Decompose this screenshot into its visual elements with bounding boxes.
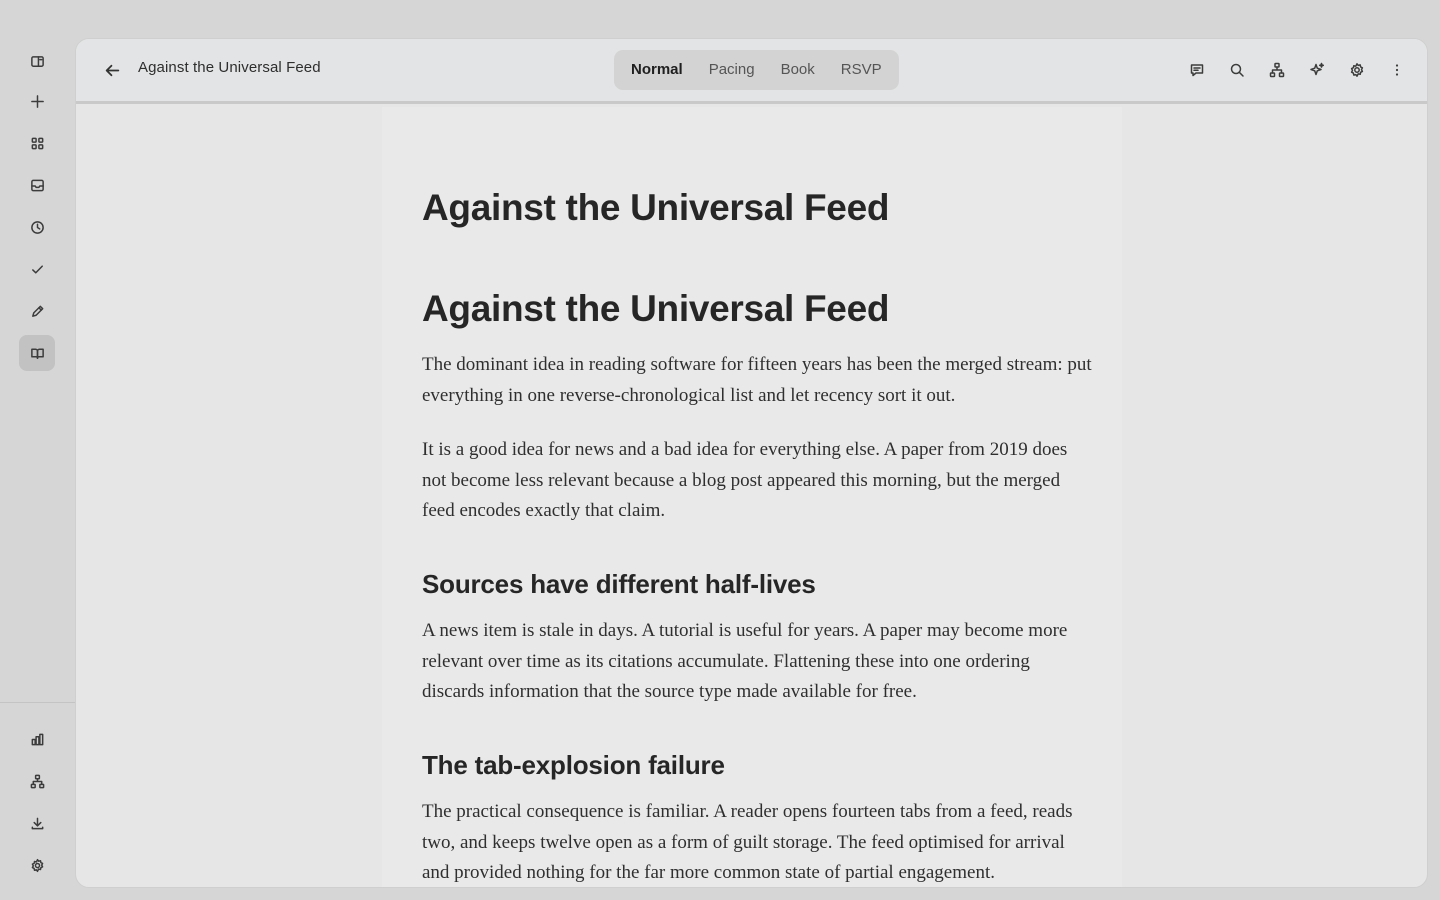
more-vertical-icon (1395, 64, 1399, 76)
reader-settings-button[interactable] (1345, 58, 1369, 82)
plus-icon (30, 94, 44, 108)
document-title: Against the Universal Feed (138, 59, 321, 76)
reader-window: Against the Universal Feed Normal Pacing… (75, 38, 1428, 888)
ai-button[interactable] (1305, 58, 1329, 82)
paragraph: A news item is stale in days. A tutorial… (422, 620, 1068, 702)
article-title: Against the Universal Feed (422, 187, 890, 228)
hierarchy-icon (30, 774, 44, 788)
more-button[interactable] (1385, 58, 1409, 82)
reader-toolbar: Against the Universal Feed Normal Pacing… (76, 39, 1427, 104)
graph-button[interactable] (19, 763, 55, 799)
mode-book[interactable]: Book (768, 54, 828, 86)
paragraph: The dominant idea in reading software fo… (422, 354, 1092, 406)
grid-icon (31, 137, 43, 149)
comment-icon (1190, 64, 1204, 77)
history-button[interactable] (19, 209, 55, 245)
left-rail (0, 0, 75, 900)
mode-rsvp[interactable]: RSVP (828, 54, 895, 86)
gear-icon (1350, 63, 1364, 77)
sparkle-icon (1310, 62, 1325, 76)
library-grid-button[interactable] (19, 125, 55, 161)
document-page: Against the Universal Feed Against the U… (382, 107, 1122, 887)
done-button[interactable] (19, 251, 55, 287)
download-button[interactable] (19, 805, 55, 841)
paragraph: It is a good idea for news and a bad ide… (422, 439, 1068, 521)
mode-pacing[interactable]: Pacing (696, 54, 768, 86)
article-heading: Against the Universal Feed (422, 288, 890, 329)
new-item-button[interactable] (19, 83, 55, 119)
inbox-button[interactable] (19, 167, 55, 203)
outline-button[interactable] (1265, 58, 1289, 82)
book-icon (30, 348, 44, 359)
hierarchy-icon (1269, 62, 1285, 78)
rail-divider (0, 702, 75, 703)
gear-icon (31, 858, 43, 872)
sidebar-toggle-icon (30, 55, 44, 67)
stats-button[interactable] (19, 721, 55, 757)
comments-button[interactable] (1185, 58, 1209, 82)
mode-normal[interactable]: Normal (618, 54, 696, 86)
arrow-left-icon (105, 64, 119, 76)
section-heading: Sources have different half-lives (422, 569, 816, 599)
settings-button[interactable] (19, 847, 55, 883)
section-heading: The tab-explosion failure (422, 750, 725, 780)
toolbar-actions (1185, 58, 1409, 82)
inbox-icon (30, 179, 44, 191)
notes-button[interactable] (19, 293, 55, 329)
pencil-icon (31, 305, 43, 317)
search-icon (1230, 63, 1244, 77)
bar-chart-icon (31, 733, 43, 745)
view-mode-switcher: Normal Pacing Book RSVP (614, 50, 899, 90)
reader-button[interactable] (19, 335, 55, 371)
back-button[interactable] (100, 58, 124, 82)
sidebar-toggle-button[interactable] (19, 43, 55, 79)
check-icon (31, 264, 43, 274)
download-icon (31, 817, 43, 829)
paragraph: The practical consequence is familiar. A… (422, 801, 1073, 883)
clock-icon (30, 220, 44, 234)
search-button[interactable] (1225, 58, 1249, 82)
